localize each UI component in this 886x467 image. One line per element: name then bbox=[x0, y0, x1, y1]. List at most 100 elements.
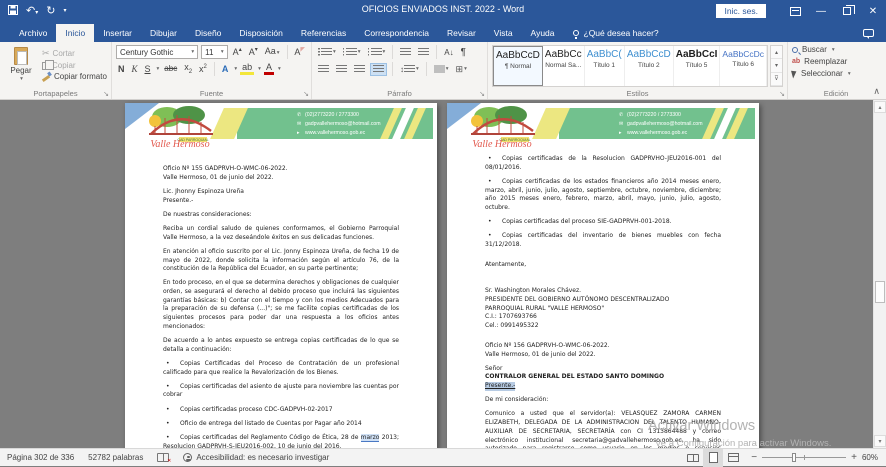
show-paragraph-marks-button[interactable]: ¶ bbox=[459, 46, 468, 59]
change-case-button[interactable]: Aa▾ bbox=[263, 47, 282, 57]
doc-bullet-item[interactable]: •Copias certificadas de los estados fina… bbox=[485, 178, 721, 213]
styles-dialog-launcher-icon[interactable]: ↘ bbox=[779, 90, 785, 98]
bold-button[interactable]: N bbox=[116, 65, 127, 74]
highlight-dropdown-arrow[interactable]: ▾ bbox=[258, 66, 261, 72]
document-page-right[interactable]: ✆(02)2773220 / 2773300 ✉gadpvallehermoso… bbox=[447, 103, 759, 448]
doc-paragraph[interactable]: Oficio Nº 155 GADPRVH-O-WMC-06-2022. bbox=[163, 165, 399, 174]
increase-indent-button[interactable] bbox=[416, 47, 431, 58]
borders-button[interactable]: ⊞▾ bbox=[454, 63, 469, 76]
save-icon[interactable] bbox=[8, 5, 18, 18]
restore-button[interactable] bbox=[834, 0, 860, 22]
styles-scroll-down-icon[interactable]: ▾ bbox=[771, 59, 782, 72]
clipboard-dialog-launcher-icon[interactable]: ↘ bbox=[103, 90, 109, 98]
font-color-button[interactable]: A bbox=[264, 63, 274, 75]
align-right-button[interactable] bbox=[352, 64, 367, 75]
style-titulo-6[interactable]: AaBbCcDcTítulo 6 bbox=[720, 46, 767, 86]
align-left-button[interactable] bbox=[316, 64, 331, 75]
proofing-errors-button[interactable] bbox=[150, 453, 176, 462]
minimize-button[interactable]: — bbox=[808, 0, 834, 22]
comments-icon[interactable] bbox=[863, 29, 874, 37]
subscript-button[interactable]: x2 bbox=[182, 63, 194, 75]
italic-button[interactable]: K bbox=[130, 65, 140, 74]
shrink-font-button[interactable]: A▾ bbox=[247, 47, 260, 57]
doc-paragraph[interactable]: PARROQUIAL RURAL "VALLE HERMOSO" bbox=[485, 305, 721, 314]
tab-revisar[interactable]: Revisar bbox=[438, 24, 485, 42]
doc-paragraph[interactable]: C.I.: 1707693766 bbox=[485, 313, 721, 322]
zoom-level-indicator[interactable]: 60% bbox=[862, 453, 878, 462]
text-effects-button[interactable]: A bbox=[220, 65, 231, 74]
doc-paragraph[interactable]: CONTRALOR GENERAL DEL ESTADO SANTO DOMIN… bbox=[485, 373, 721, 382]
zoom-in-button[interactable]: + bbox=[851, 452, 857, 463]
doc-paragraph[interactable]: De mi consideración: bbox=[485, 396, 721, 405]
accessibility-checker-button[interactable]: Accesibilidad: es necesario investigar bbox=[176, 453, 336, 462]
style-normal[interactable]: AaBbCcD¶ Normal bbox=[493, 46, 543, 86]
tab-diseno[interactable]: Diseño bbox=[186, 24, 230, 42]
font-dialog-launcher-icon[interactable]: ↘ bbox=[303, 90, 309, 98]
select-button[interactable]: Seleccionar▾ bbox=[792, 69, 880, 78]
zoom-slider-thumb[interactable] bbox=[792, 453, 796, 462]
paste-dropdown-arrow[interactable]: ▾ bbox=[20, 76, 23, 82]
doc-paragraph[interactable]: Cel.: 0991495322 bbox=[485, 322, 721, 331]
doc-paragraph[interactable]: Presente.- bbox=[163, 197, 399, 206]
doc-bullet-item[interactable]: •Copias certificadas de la Resolucion GA… bbox=[485, 155, 721, 172]
tab-inicio[interactable]: Inicio bbox=[56, 24, 94, 42]
doc-paragraph[interactable]: Comunico a usted que el servidor(a): VEL… bbox=[485, 410, 721, 448]
align-center-button[interactable] bbox=[334, 64, 349, 75]
undo-icon[interactable]: ↶▾ bbox=[26, 6, 38, 17]
doc-bullet-item[interactable]: •Copias certificadas del Reglamento Códi… bbox=[163, 434, 399, 448]
font-color-dropdown-arrow[interactable]: ▾ bbox=[278, 66, 281, 72]
superscript-button[interactable]: x2 bbox=[197, 64, 209, 74]
tab-archivo[interactable]: Archivo bbox=[10, 24, 56, 42]
document-text-left[interactable]: Oficio Nº 155 GADPRVH-O-WMC-06-2022.Vall… bbox=[125, 149, 437, 448]
redo-icon[interactable]: ↻ bbox=[46, 6, 55, 17]
cut-button[interactable]: ✂Cortar bbox=[42, 48, 107, 59]
bullets-button[interactable]: ▾ bbox=[316, 47, 338, 58]
scroll-down-icon[interactable]: ▾ bbox=[874, 435, 886, 447]
doc-paragraph[interactable]: Reciba un cordial saludo de quienes conf… bbox=[163, 225, 399, 242]
doc-paragraph[interactable]: Atentamente, bbox=[485, 261, 721, 270]
doc-paragraph[interactable]: De nuestras consideraciones: bbox=[163, 211, 399, 220]
style-titulo-1[interactable]: AaBbC(Título 1 bbox=[585, 46, 625, 86]
doc-paragraph[interactable]: Valle Hermoso, 01 de junio del 2022. bbox=[485, 351, 721, 360]
paste-button[interactable]: Pegar ▾ bbox=[4, 45, 38, 87]
tab-disposicion[interactable]: Disposición bbox=[230, 24, 291, 42]
doc-paragraph[interactable]: PRESIDENTE DEL GOBIERNO AUTÓNOMO DESCENT… bbox=[485, 296, 721, 305]
strikethrough-button[interactable]: abc bbox=[162, 65, 179, 73]
document-page-left[interactable]: ✆(02)2773220 / 2773300 ✉gadpvallehermoso… bbox=[125, 103, 437, 448]
doc-paragraph[interactable]: Sr. Washington Morales Chávez. bbox=[485, 287, 721, 296]
doc-bullet-item[interactable]: •Copias certificadas del proceso SIE-GAD… bbox=[485, 218, 721, 227]
paragraph-dialog-launcher-icon[interactable]: ↘ bbox=[479, 90, 485, 98]
scrollbar-thumb[interactable] bbox=[875, 281, 885, 303]
close-button[interactable]: ✕ bbox=[860, 0, 886, 22]
style-normal-sa[interactable]: AaBbCcNormal Sa... bbox=[543, 46, 585, 86]
justify-button[interactable] bbox=[370, 63, 387, 76]
tab-ayuda[interactable]: Ayuda bbox=[522, 24, 564, 42]
zoom-out-button[interactable]: − bbox=[751, 452, 757, 463]
tell-me-search[interactable]: ¿Qué desea hacer? bbox=[564, 24, 668, 42]
doc-paragraph[interactable]: Presente.- bbox=[485, 382, 515, 391]
styles-more-icon[interactable]: ⊽ bbox=[771, 73, 782, 86]
document-canvas[interactable]: ✆(02)2773220 / 2773300 ✉gadpvallehermoso… bbox=[0, 100, 886, 448]
print-layout-button[interactable] bbox=[703, 449, 723, 467]
zoom-slider[interactable] bbox=[762, 457, 846, 458]
find-button[interactable]: Buscar▾ bbox=[792, 45, 880, 54]
word-count-indicator[interactable]: 52782 palabras bbox=[81, 453, 150, 462]
doc-paragraph[interactable]: Señor bbox=[485, 365, 721, 374]
scroll-up-icon[interactable]: ▴ bbox=[874, 101, 886, 113]
line-spacing-button[interactable]: ↕▾ bbox=[398, 64, 421, 75]
ribbon-display-options-button[interactable] bbox=[782, 0, 808, 22]
document-text-right[interactable]: •Copias certificadas de la Resolucion GA… bbox=[447, 149, 759, 448]
format-painter-button[interactable]: Copiar formato bbox=[42, 72, 107, 81]
tab-dibujar[interactable]: Dibujar bbox=[141, 24, 186, 42]
shading-button[interactable]: ▾ bbox=[432, 64, 451, 74]
font-size-combobox[interactable]: 11▾ bbox=[201, 45, 228, 59]
sort-button[interactable]: A↓ bbox=[442, 47, 455, 58]
tab-correspondencia[interactable]: Correspondencia bbox=[355, 24, 438, 42]
page-number-indicator[interactable]: Página 302 de 336 bbox=[0, 453, 81, 462]
doc-paragraph[interactable]: De acuerdo a lo antes expuesto se entreg… bbox=[163, 337, 399, 354]
tab-referencias[interactable]: Referencias bbox=[292, 24, 355, 42]
read-mode-button[interactable] bbox=[683, 449, 703, 467]
copy-button[interactable]: Copiar bbox=[42, 61, 107, 70]
style-titulo-5[interactable]: AaBbCcITítulo 5 bbox=[674, 46, 721, 86]
font-name-combobox[interactable]: Century Gothic▾ bbox=[116, 45, 198, 59]
